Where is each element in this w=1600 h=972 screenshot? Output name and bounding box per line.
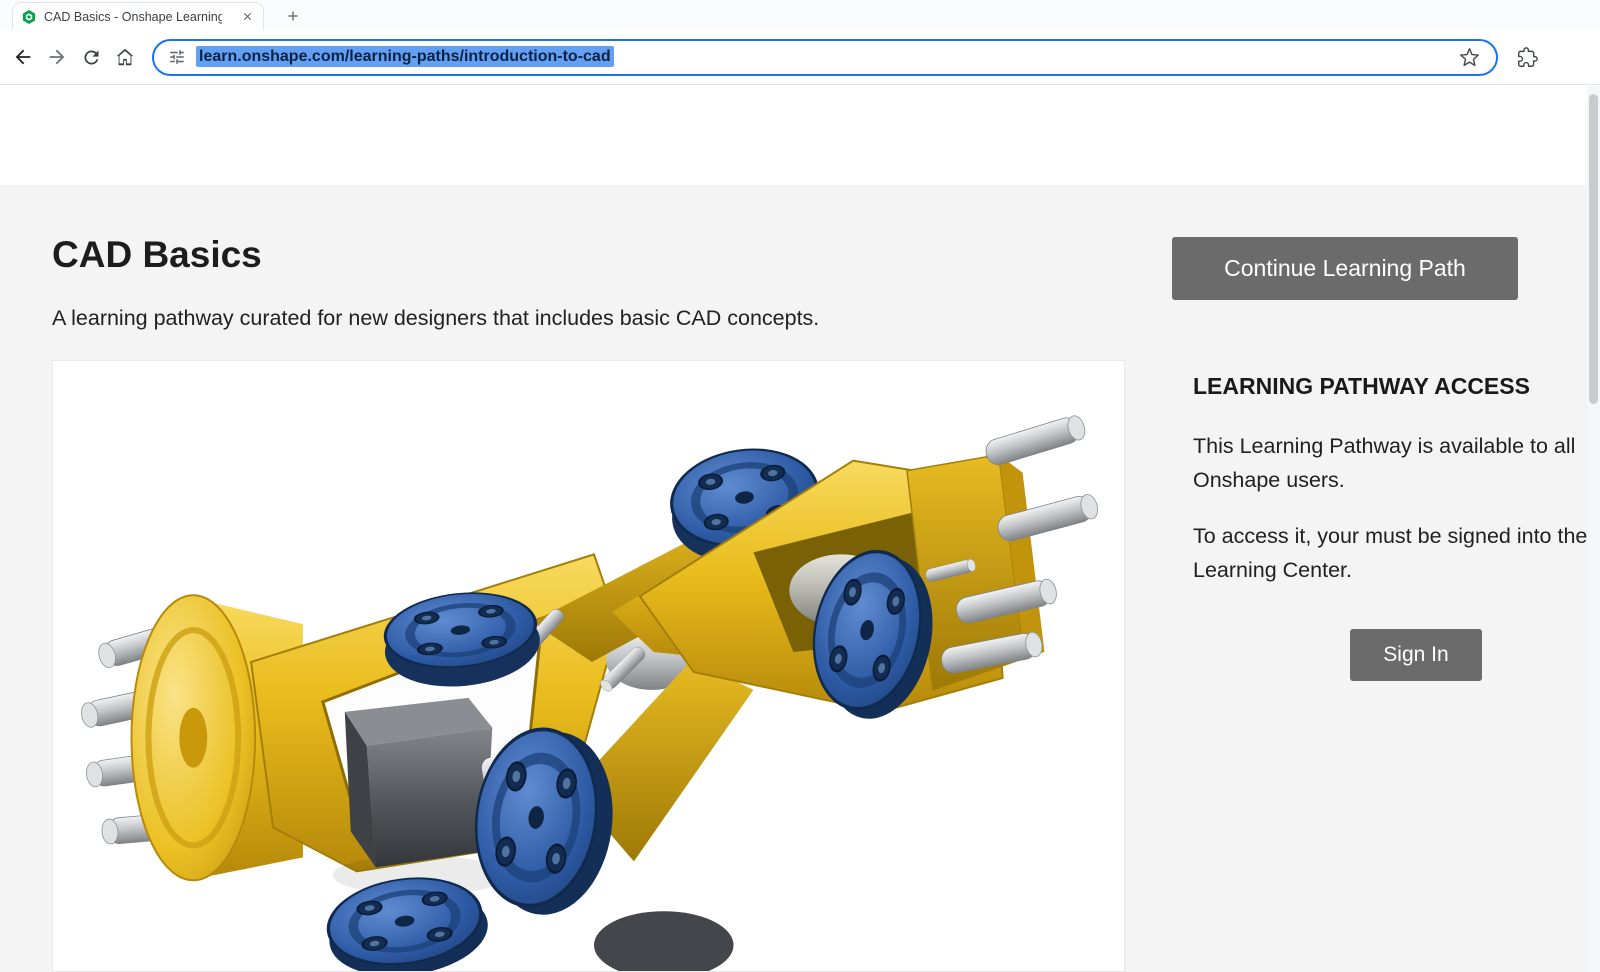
site-settings-tune-icon[interactable] — [168, 48, 186, 66]
access-p1-line1: This Learning Pathway is available to al… — [1193, 429, 1575, 463]
close-icon — [242, 11, 253, 22]
tab-close-button[interactable] — [239, 9, 255, 25]
tab-strip: CAD Basics - Onshape Learning — [0, 0, 1600, 30]
forward-button[interactable] — [40, 40, 74, 74]
back-arrow-icon — [12, 46, 34, 68]
plus-icon — [286, 9, 300, 23]
home-button[interactable] — [108, 40, 142, 74]
new-tab-button[interactable] — [282, 5, 304, 27]
bookmark-star-button[interactable] — [1456, 44, 1482, 70]
sign-in-button[interactable]: Sign In — [1350, 629, 1482, 681]
onshape-favicon-icon — [21, 9, 37, 25]
browser-tab[interactable]: CAD Basics - Onshape Learning — [12, 2, 264, 30]
scrollbar-thumb[interactable] — [1589, 94, 1598, 404]
access-heading: LEARNING PATHWAY ACCESS — [1193, 373, 1530, 400]
site-header: onshape® by ptc MY DASHBOARD — [0, 86, 1600, 185]
access-paragraph-1: This Learning Pathway is available to al… — [1193, 429, 1575, 497]
cad-model-image — [52, 360, 1125, 972]
browser-window: CAD Basics - Onshape Learning — [0, 0, 1600, 972]
puzzle-extension-icon — [1517, 47, 1538, 68]
page-content: CAD Basics A learning pathway curated fo… — [0, 185, 1600, 972]
page-title: CAD Basics — [52, 234, 262, 276]
url-text: learn.onshape.com/learning-paths/introdu… — [196, 48, 614, 66]
extensions-button[interactable] — [1512, 42, 1542, 72]
page-subtitle: A learning pathway curated for new desig… — [52, 306, 819, 331]
back-button[interactable] — [6, 40, 40, 74]
browser-toolbar: learn.onshape.com/learning-paths/introdu… — [0, 30, 1600, 85]
access-p1-line2: Onshape users. — [1193, 463, 1575, 497]
access-paragraph-2: To access it, your must be signed into t… — [1193, 519, 1587, 587]
star-icon — [1459, 47, 1480, 68]
reload-button[interactable] — [74, 40, 108, 74]
access-p2-line2: Learning Center. — [1193, 553, 1587, 587]
continue-learning-path-button[interactable]: Continue Learning Path — [1172, 237, 1518, 300]
reload-icon — [81, 47, 102, 68]
home-icon — [114, 46, 136, 68]
address-bar[interactable]: learn.onshape.com/learning-paths/introdu… — [152, 39, 1498, 76]
tab-title: CAD Basics - Onshape Learning — [44, 10, 222, 24]
forward-arrow-icon — [46, 46, 68, 68]
universal-joint-illustration — [53, 361, 1124, 971]
vertical-scrollbar — [1587, 86, 1600, 972]
access-p2-line1: To access it, your must be signed into t… — [1193, 519, 1587, 553]
